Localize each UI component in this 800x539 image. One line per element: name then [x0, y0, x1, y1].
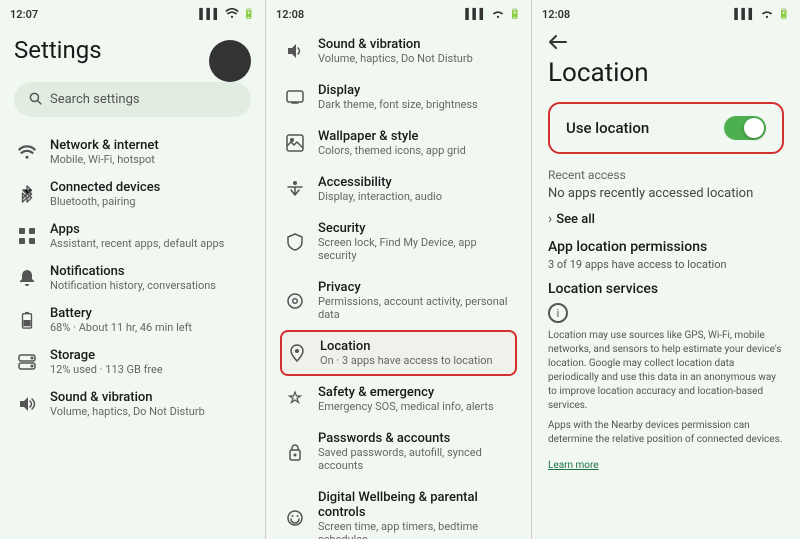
battery-icon-2: 🔋: [509, 9, 521, 20]
battery-text: Battery 68% · About 11 hr, 46 min left: [50, 306, 192, 334]
panel2-content: Sound & vibration Volume, haptics, Do No…: [266, 28, 531, 539]
wifi-icon-3: [760, 8, 774, 21]
search-icon: [28, 90, 42, 109]
panel2-location-icon: [286, 342, 308, 364]
location-info-text: Location may use sources like GPS, Wi-Fi…: [548, 329, 784, 413]
panel2-security-icon: [284, 231, 306, 253]
settings-item-apps[interactable]: Apps Assistant, recent apps, default app…: [14, 215, 251, 257]
panel2-item-sound[interactable]: Sound & vibration Volume, haptics, Do No…: [280, 28, 517, 74]
status-bar-1: 12:07 ▌▌▌ 🔋: [0, 0, 265, 28]
nearby-devices-text: Apps with the Nearby devices permission …: [548, 419, 784, 447]
panel1-settings: 12:07 ▌▌▌ 🔋 Settings Search settings: [0, 0, 266, 539]
status-icons-3: ▌▌▌ 🔋: [734, 8, 790, 21]
status-icons-2: ▌▌▌ 🔋: [465, 8, 521, 21]
panel2-privacy-icon: [284, 290, 306, 312]
wifi-icon: [16, 141, 38, 163]
learn-more-link[interactable]: Learn more: [548, 460, 599, 471]
panel2-wallpaper-icon: [284, 132, 306, 154]
info-container: i Location may use sources like GPS, Wi-…: [548, 303, 784, 472]
time-1: 12:07: [10, 8, 38, 21]
settings-item-storage[interactable]: Storage 12% used · 113 GB free: [14, 341, 251, 383]
panel2-item-location[interactable]: Location On · 3 apps have access to loca…: [280, 330, 517, 376]
signal-icon-2: ▌▌▌: [465, 9, 486, 20]
recent-access-value: No apps recently accessed location: [548, 186, 784, 201]
info-icon: i: [548, 303, 568, 323]
signal-icon-3: ▌▌▌: [734, 9, 755, 20]
search-bar[interactable]: Search settings: [14, 82, 251, 117]
settings-item-sound[interactable]: Sound & vibration Volume, haptics, Do No…: [14, 383, 251, 425]
back-button[interactable]: [532, 28, 800, 54]
app-location-sub: 3 of 19 apps have access to location: [548, 258, 784, 271]
sound-text: Sound & vibration Volume, haptics, Do No…: [50, 390, 205, 418]
settings-item-notifications[interactable]: Notifications Notification history, conv…: [14, 257, 251, 299]
location-toggle[interactable]: [724, 116, 766, 140]
battery-icon-3: 🔋: [778, 9, 790, 20]
panel2-display-icon: [284, 86, 306, 108]
status-icons-1: ▌▌▌ 🔋: [199, 8, 255, 21]
bluetooth-icon: [16, 183, 38, 205]
settings-item-connected[interactable]: Connected devices Bluetooth, pairing: [14, 173, 251, 215]
use-location-label: Use location: [566, 119, 649, 137]
see-all-button[interactable]: › See all: [548, 211, 784, 227]
storage-text: Storage 12% used · 113 GB free: [50, 348, 163, 376]
status-bar-2: 12:08 ▌▌▌ 🔋: [266, 0, 531, 28]
settings-item-network[interactable]: Network & internet Mobile, Wi-Fi, hotspo…: [14, 131, 251, 173]
see-all-label: See all: [556, 212, 595, 227]
panel2-item-safety[interactable]: Safety & emergency Emergency SOS, medica…: [280, 376, 517, 422]
panel2-sound-icon: [284, 40, 306, 62]
panel3-content: Location Use location Recent access No a…: [532, 54, 800, 539]
panel2-item-passwords[interactable]: Passwords & accounts Saved passwords, au…: [280, 422, 517, 481]
panel2-accessibility-icon: [284, 178, 306, 200]
panel2-item-wallpaper[interactable]: Wallpaper & style Colors, themed icons, …: [280, 120, 517, 166]
battery-icon: [16, 309, 38, 331]
panel2-item-display[interactable]: Display Dark theme, font size, brightnes…: [280, 74, 517, 120]
panel3-location: 12:08 ▌▌▌ 🔋 Location Use location Recent…: [532, 0, 800, 539]
wifi-status-icon: [225, 8, 239, 21]
connected-text: Connected devices Bluetooth, pairing: [50, 180, 160, 208]
panel2-item-wellbeing[interactable]: Digital Wellbeing & parental controls Sc…: [280, 481, 517, 539]
bell-icon: [16, 267, 38, 289]
sound-icon: [16, 393, 38, 415]
notifications-text: Notifications Notification history, conv…: [50, 264, 216, 292]
panel2-item-accessibility[interactable]: Accessibility Display, interaction, audi…: [280, 166, 517, 212]
signal-icon: ▌▌▌: [199, 9, 220, 20]
panel2-menu: 12:08 ▌▌▌ 🔋 Sound & vibration Volume, ha…: [266, 0, 532, 539]
storage-icon: [16, 351, 38, 373]
time-3: 12:08: [542, 8, 570, 21]
use-location-box: Use location: [548, 102, 784, 154]
recent-access-label: Recent access: [548, 168, 784, 182]
location-title: Location: [548, 58, 784, 88]
panel2-item-security[interactable]: Security Screen lock, Find My Device, ap…: [280, 212, 517, 271]
page-title-settings: Settings: [14, 36, 102, 64]
apps-text: Apps Assistant, recent apps, default app…: [50, 222, 224, 250]
search-input-label: Search settings: [50, 92, 140, 107]
battery-status-icon: 🔋: [243, 9, 255, 20]
app-location-heading: App location permissions: [548, 239, 784, 255]
panel1-content: Settings Search settings Network & inter…: [0, 28, 265, 539]
panel2-safety-icon: [284, 388, 306, 410]
time-2: 12:08: [276, 8, 304, 21]
panel2-wellbeing-icon: [284, 507, 306, 529]
status-bar-3: 12:08 ▌▌▌ 🔋: [532, 0, 800, 28]
wifi-icon-2: [491, 8, 505, 21]
panel2-passwords-icon: [284, 441, 306, 463]
settings-item-battery[interactable]: Battery 68% · About 11 hr, 46 min left: [14, 299, 251, 341]
location-services-heading: Location services: [548, 281, 784, 297]
avatar[interactable]: [209, 40, 251, 82]
apps-icon: [16, 225, 38, 247]
panel2-item-privacy[interactable]: Privacy Permissions, account activity, p…: [280, 271, 517, 330]
network-text: Network & internet Mobile, Wi-Fi, hotspo…: [50, 138, 159, 166]
